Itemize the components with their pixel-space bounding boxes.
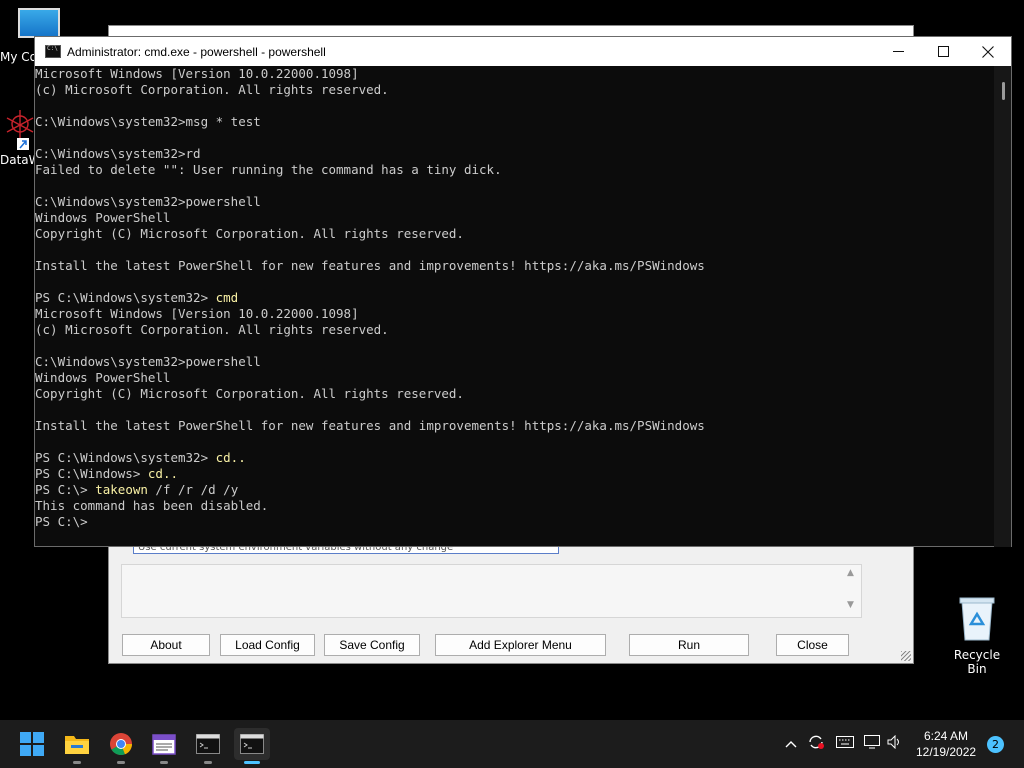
windows-start-icon <box>20 732 44 756</box>
taskbar-chrome[interactable] <box>103 728 139 764</box>
console-line: PS C:\Windows\system32> cd.. <box>35 450 246 465</box>
running-indicator <box>117 761 125 764</box>
scroll-down-arrow-icon[interactable]: ▼ <box>847 600 854 610</box>
console-line: C:\Windows\system32>msg * test <box>35 114 261 129</box>
chevron-up-icon[interactable] <box>780 737 802 752</box>
active-indicator <box>244 761 260 764</box>
output-textbox[interactable] <box>121 564 862 618</box>
console-line: Copyright (C) Microsoft Corporation. All… <box>35 386 464 401</box>
clock-time: 6:24 AM <box>923 729 969 743</box>
console-line: This command has been disabled. <box>35 498 269 513</box>
console-line: PS C:\Windows\system32> cmd <box>35 290 239 305</box>
save-config-button[interactable]: Save Config <box>324 634 420 656</box>
folder-icon <box>65 736 89 754</box>
maximize-button[interactable] <box>920 37 966 66</box>
terminal-icon <box>196 734 220 754</box>
minimize-button[interactable] <box>875 37 921 66</box>
file-manager-icon <box>152 734 176 755</box>
console-line: Microsoft Windows [Version 10.0.22000.10… <box>35 306 359 321</box>
clock-date: 12/19/2022 <box>916 745 977 759</box>
scrollbar-thumb[interactable] <box>1002 82 1005 100</box>
console-line: Install the latest PowerShell for new fe… <box>35 418 705 433</box>
network-icon[interactable] <box>860 735 884 753</box>
taskbar-file-explorer[interactable] <box>59 728 95 764</box>
console-line: Microsoft Windows [Version 10.0.22000.10… <box>35 66 359 81</box>
close-window-button[interactable] <box>965 37 1011 66</box>
resize-grip-icon[interactable] <box>901 651 911 661</box>
console-line: Copyright (C) Microsoft Corporation. All… <box>35 226 464 241</box>
console-line: (c) Microsoft Corporation. All rights re… <box>35 322 389 337</box>
terminal-icon <box>240 734 264 754</box>
running-indicator <box>160 761 168 764</box>
console-line: Install the latest PowerShell for new fe… <box>35 258 705 273</box>
desktop-icon-label: Recycle Bin <box>953 648 1001 676</box>
console-line: PS C:\> <box>35 514 88 529</box>
start-button[interactable] <box>14 728 50 760</box>
running-indicator <box>204 761 212 764</box>
console-line: Windows PowerShell <box>35 370 171 385</box>
taskbar-clock[interactable]: 6:24 AM 12/19/2022 <box>916 728 976 760</box>
load-config-button[interactable]: Load Config <box>220 634 315 656</box>
console-output[interactable]: Microsoft Windows [Version 10.0.22000.10… <box>35 66 995 547</box>
console-line: Failed to delete "": User running the co… <box>35 162 502 177</box>
close-icon <box>982 45 994 58</box>
notification-badge[interactable]: 2 <box>987 736 1004 753</box>
close-button[interactable]: Close <box>776 634 849 656</box>
scroll-up-arrow-icon[interactable]: ▲ <box>847 568 854 578</box>
taskbar-terminal[interactable] <box>190 728 226 764</box>
add-explorer-menu-button[interactable]: Add Explorer Menu <box>435 634 606 656</box>
console-scrollbar[interactable] <box>994 66 1011 547</box>
volume-icon[interactable] <box>884 734 906 753</box>
chrome-icon <box>110 733 133 756</box>
taskbar-file-manager[interactable] <box>146 728 182 764</box>
taskbar: 6:24 AM 12/19/2022 <box>0 720 1024 768</box>
console-line: C:\Windows\system32>powershell <box>35 354 261 369</box>
minimize-icon <box>892 51 904 52</box>
recycle-bin-icon <box>959 597 995 641</box>
run-button[interactable]: Run <box>629 634 749 656</box>
cmd-console-window[interactable]: Administrator: cmd.exe - powershell - po… <box>34 36 1012 547</box>
sync-update-icon[interactable] <box>802 734 830 754</box>
console-line: C:\Windows\system32>rd <box>35 146 201 161</box>
keyboard-icon[interactable] <box>830 736 860 752</box>
datawarehouse-icon <box>6 110 34 150</box>
console-line: C:\Windows\system32>powershell <box>35 194 261 209</box>
console-line: Windows PowerShell <box>35 210 171 225</box>
monitor-icon <box>18 8 60 38</box>
cmd-app-icon[interactable] <box>45 45 61 58</box>
window-title: Administrator: cmd.exe - powershell - po… <box>67 44 326 59</box>
maximize-icon <box>937 46 949 57</box>
about-button[interactable]: About <box>122 634 210 656</box>
desktop-icon-recycle-bin[interactable]: Recycle Bin <box>945 596 1009 676</box>
console-line: PS C:\> takeown /f /r /d /y <box>35 482 239 497</box>
console-line: (c) Microsoft Corporation. All rights re… <box>35 82 389 97</box>
taskbar-terminal-active[interactable] <box>234 728 270 764</box>
console-line: PS C:\Windows> cd.. <box>35 466 178 481</box>
system-tray <box>780 720 906 768</box>
console-titlebar[interactable]: Administrator: cmd.exe - powershell - po… <box>35 37 1011 66</box>
running-indicator <box>73 761 81 764</box>
